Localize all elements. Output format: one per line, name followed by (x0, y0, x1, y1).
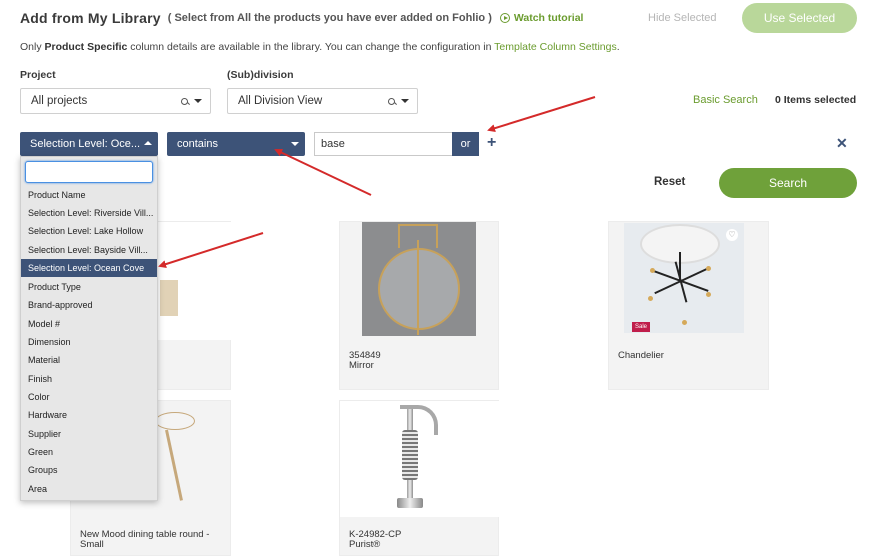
chevron-up-icon (144, 141, 152, 145)
faucet-spring (402, 430, 418, 480)
info-text: Only Product Specific column details are… (20, 41, 620, 53)
product-caption-line1: Chandelier (618, 350, 664, 361)
use-selected-button[interactable]: Use Selected (742, 3, 857, 33)
hide-selected-button[interactable]: Hide Selected (648, 12, 717, 24)
chevron-down-icon (401, 99, 409, 103)
dropdown-item[interactable]: Product Type (21, 278, 157, 296)
field-dropdown-menu: Product Name Selection Level: Riverside … (20, 156, 158, 501)
mirror-rod (417, 240, 419, 335)
project-label: Project (20, 69, 56, 81)
dropdown-item[interactable]: Green (21, 443, 157, 461)
or-button[interactable]: or (452, 132, 479, 156)
subdivision-select[interactable]: All Division View (227, 88, 418, 114)
dropdown-item[interactable]: Groups (21, 461, 157, 479)
bulb (706, 292, 711, 297)
project-select[interactable]: All projects (20, 88, 211, 114)
info-suffix: . (616, 41, 620, 53)
query-text-input[interactable]: base (314, 132, 452, 156)
subdivision-label: (Sub)division (227, 69, 294, 81)
dropdown-item[interactable]: Dimension (21, 333, 157, 351)
operator-select-value: contains (177, 138, 218, 150)
items-selected-count: 0 Items selected (775, 94, 857, 106)
arrow-to-or-button (487, 96, 596, 133)
dropdown-item[interactable]: Hardware (21, 406, 157, 424)
dropdown-item[interactable]: Color (21, 388, 157, 406)
page-title: Add from My Library (20, 10, 161, 26)
mirror-glass (378, 248, 460, 330)
project-select-value: All projects (31, 95, 88, 107)
arrow-to-operator-select (274, 148, 372, 196)
watch-tutorial-link[interactable]: Watch tutorial (499, 12, 584, 24)
subdivision-select-value: All Division View (238, 95, 323, 107)
page-subtitle: ( Select from All the products you have … (167, 12, 492, 24)
dropdown-item-selected[interactable]: Selection Level: Ocean Cove (21, 259, 157, 277)
header: Add from My Library ( Select from All th… (20, 10, 583, 26)
dropdown-item[interactable]: Finish (21, 370, 157, 388)
info-prefix: Only (20, 41, 45, 53)
reset-button[interactable]: Reset (654, 176, 685, 188)
watch-tutorial-label: Watch tutorial (513, 12, 584, 24)
search-icon (388, 97, 395, 105)
dropdown-item[interactable]: Product Name (21, 186, 157, 204)
dropdown-item[interactable]: Brand-approved (21, 296, 157, 314)
dropdown-search-input[interactable] (25, 161, 153, 183)
field-select[interactable]: Selection Level: Oce... (20, 132, 158, 156)
plus-icon[interactable]: + (487, 134, 496, 152)
basic-search-link[interactable]: Basic Search (693, 94, 758, 106)
play-circle-icon (499, 13, 510, 23)
info-bold: Product Specific (44, 41, 128, 53)
dropdown-item[interactable]: Selection Level: Bayside Vill... (21, 241, 157, 259)
dropdown-item[interactable]: Selection Level: Riverside Vill... (21, 204, 157, 222)
search-icon (181, 97, 188, 105)
product-caption-line2: Small (80, 539, 104, 550)
info-middle: column details are available in the libr… (127, 41, 495, 53)
chevron-down-icon (194, 99, 202, 103)
bulb (650, 268, 655, 273)
template-column-settings-link[interactable]: Template Column Settings (494, 41, 617, 53)
table-image (155, 412, 195, 430)
chair-image (160, 280, 178, 316)
bulb (682, 320, 687, 325)
search-button[interactable]: Search (719, 168, 857, 198)
dropdown-item[interactable]: Selection Level: Lake Hollow (21, 222, 157, 240)
dropdown-item[interactable]: Area (21, 480, 157, 498)
product-caption-line2: Purist® (349, 539, 381, 550)
faucet-base (397, 498, 423, 508)
operator-select[interactable]: contains (167, 132, 305, 156)
dropdown-item[interactable]: Supplier (21, 425, 157, 443)
close-icon[interactable]: ✕ (836, 135, 848, 152)
product-caption-line2: Mirror (349, 360, 374, 371)
field-select-value: Selection Level: Oce... (30, 138, 141, 150)
bulb (706, 266, 711, 271)
sale-badge: Sale (632, 322, 650, 332)
heart-icon[interactable]: ♡ (726, 229, 738, 241)
dropdown-item[interactable]: Material (21, 351, 157, 369)
chevron-down-icon (291, 142, 299, 146)
bulb (648, 296, 653, 301)
dropdown-item[interactable]: Model # (21, 315, 157, 333)
